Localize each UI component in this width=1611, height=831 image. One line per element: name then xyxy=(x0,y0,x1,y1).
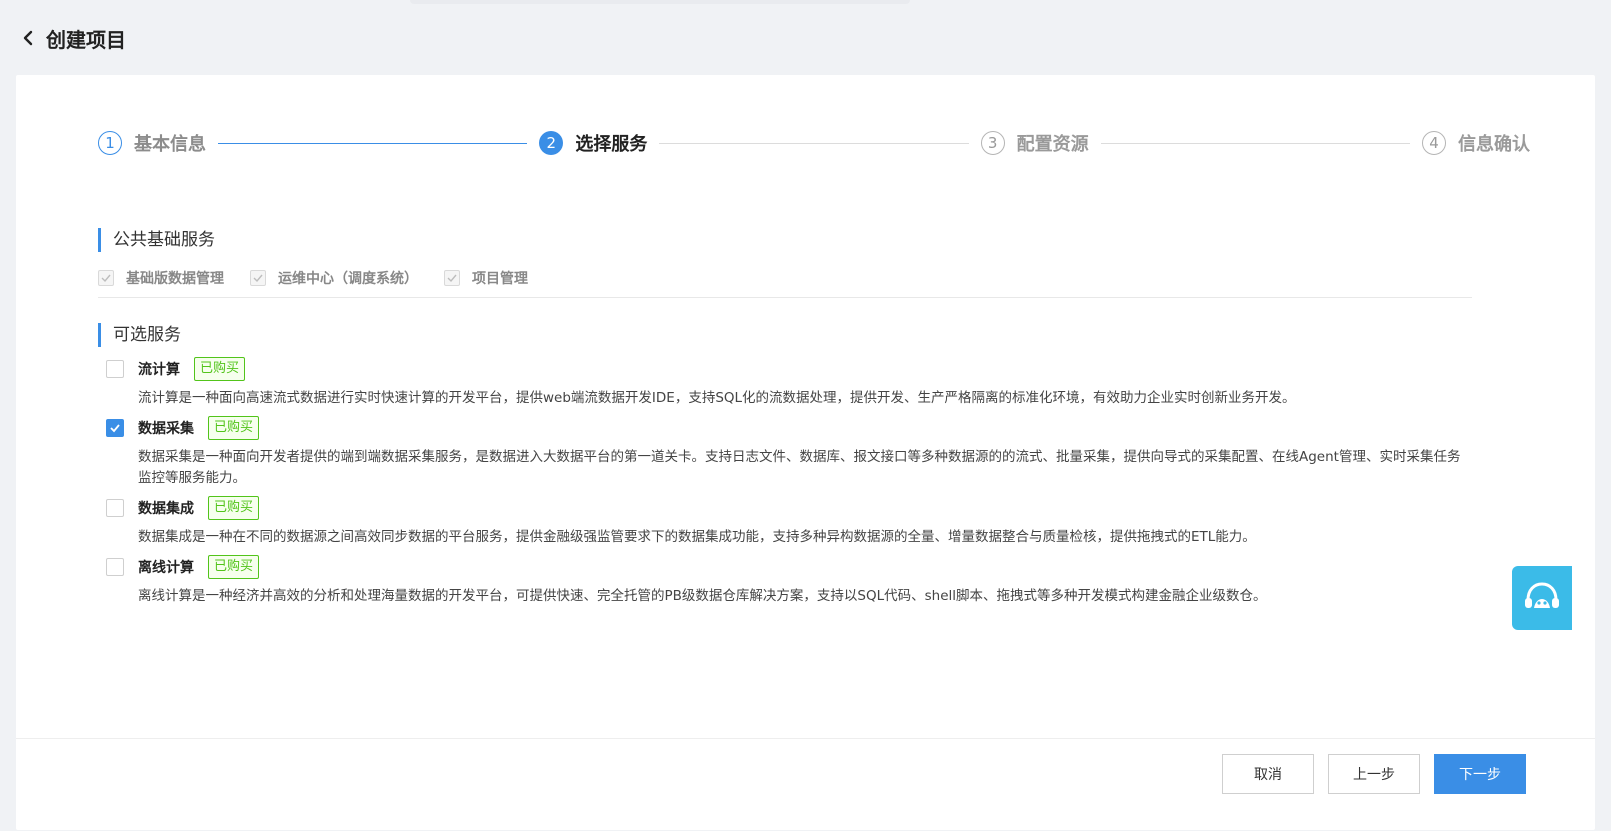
service-name: 数据采集 xyxy=(138,421,194,437)
service-item-offline-computing: 离线计算 已购买 离线计算是一种经济并高效的分析和处理海量数据的开发平台，可提供… xyxy=(106,554,1466,607)
step-4-label: 信息确认 xyxy=(1457,134,1530,155)
next-step-button[interactable]: 下一步 xyxy=(1434,754,1526,794)
step-connector-3 xyxy=(1100,142,1410,144)
step-1-number: 1 xyxy=(98,131,122,155)
service-description: 数据集成是一种在不同的数据源之间高效同步数据的平台服务，提供金融级强监管要求下的… xyxy=(138,529,1256,545)
cancel-button[interactable]: 取消 xyxy=(1222,754,1314,794)
step-2: 2 选择服务 xyxy=(539,130,647,156)
service-item-data-collection: 数据采集 已购买 数据采集是一种面向开发者提供的端到端数据采集服务，是数据进入大… xyxy=(106,415,1466,489)
public-services-list: 基础版数据管理 运维中心（调度系统） 项目管理 xyxy=(98,268,554,288)
purchased-badge: 已购买 xyxy=(208,555,260,579)
step-2-label: 选择服务 xyxy=(575,134,648,155)
step-3-label: 配置资源 xyxy=(1016,134,1089,155)
step-2-number: 2 xyxy=(539,131,564,155)
chevron-left-icon[interactable] xyxy=(20,30,36,46)
customer-service-icon[interactable] xyxy=(1512,566,1572,630)
check-icon xyxy=(110,424,120,433)
service-name: 流计算 xyxy=(138,362,180,378)
step-indicator: 1 基本信息 2 选择服务 3 配置资源 4 信息确认 xyxy=(98,127,1530,159)
step-1: 1 基本信息 xyxy=(98,130,206,156)
service-item-data-integration: 数据集成 已购买 数据集成是一种在不同的数据源之间高效同步数据的平台服务，提供金… xyxy=(106,495,1466,548)
public-service-label: 基础版数据管理 xyxy=(126,271,224,287)
check-icon xyxy=(444,270,460,286)
prev-step-button[interactable]: 上一步 xyxy=(1328,754,1420,794)
purchased-badge: 已购买 xyxy=(208,416,260,440)
step-connector-2 xyxy=(659,142,969,144)
step-1-label: 基本信息 xyxy=(134,134,206,155)
check-icon xyxy=(250,270,266,286)
step-4-number: 4 xyxy=(1421,131,1446,155)
purchased-badge: 已购买 xyxy=(194,357,246,381)
page-header: 创建项目 xyxy=(0,18,126,58)
service-name: 离线计算 xyxy=(138,560,194,576)
public-service-label: 运维中心（调度系统） xyxy=(278,271,418,287)
service-item-stream-computing: 流计算 已购买 流计算是一种面向高速流式数据进行实时快速计算的开发平台，提供we… xyxy=(106,356,1466,409)
top-shadow xyxy=(410,0,910,4)
public-service-label: 项目管理 xyxy=(472,271,528,287)
service-name: 数据集成 xyxy=(138,501,194,517)
service-checkbox[interactable] xyxy=(106,499,124,517)
purchased-badge: 已购买 xyxy=(208,496,260,520)
footer-bar: 取消 上一步 下一步 xyxy=(16,738,1595,831)
public-service-item: 运维中心（调度系统） xyxy=(250,268,418,288)
step-3: 3 配置资源 xyxy=(980,130,1089,156)
public-service-item: 项目管理 xyxy=(444,268,528,288)
service-checkbox[interactable] xyxy=(106,360,124,378)
service-description: 离线计算是一种经济并高效的分析和处理海量数据的开发平台，可提供快速、完全托管的P… xyxy=(138,588,1267,604)
page-title: 创建项目 xyxy=(46,27,126,52)
optional-services-title: 可选服务 xyxy=(98,323,181,347)
check-icon xyxy=(98,270,114,286)
step-3-number: 3 xyxy=(980,131,1005,155)
main-card: 1 基本信息 2 选择服务 3 配置资源 4 信息确认 公共基础服务 基础版数据… xyxy=(16,75,1595,830)
service-description: 流计算是一种面向高速流式数据进行实时快速计算的开发平台，提供web端流数据开发I… xyxy=(138,390,1296,406)
section-divider xyxy=(98,297,1472,298)
step-4: 4 信息确认 xyxy=(1421,130,1530,156)
service-checkbox[interactable] xyxy=(106,419,124,437)
step-connector-1 xyxy=(218,142,528,144)
service-description: 数据采集是一种面向开发者提供的端到端数据采集服务，是数据进入大数据平台的第一道关… xyxy=(138,449,1461,486)
service-checkbox[interactable] xyxy=(106,558,124,576)
public-services-title: 公共基础服务 xyxy=(98,228,215,252)
public-service-item: 基础版数据管理 xyxy=(98,268,224,288)
